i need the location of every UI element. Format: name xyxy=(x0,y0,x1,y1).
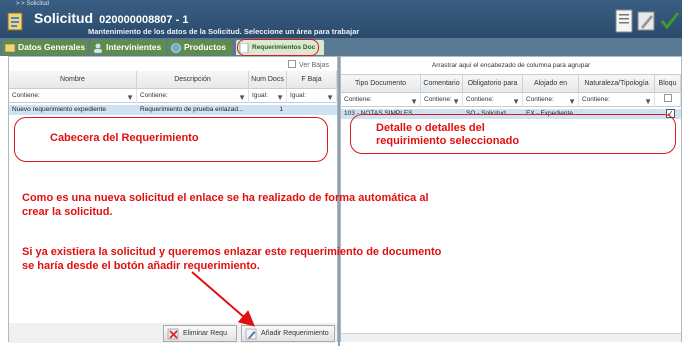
filter-operator: Contiene: xyxy=(344,96,372,103)
globe-icon xyxy=(171,43,181,53)
add-edit-icon xyxy=(245,328,257,340)
funnel-icon[interactable]: ▼ xyxy=(644,95,652,109)
cell-f-baja xyxy=(287,105,337,115)
annotation-cabecera: Cabecera del Requerimiento xyxy=(50,132,199,144)
checkbox-box[interactable] xyxy=(664,94,672,102)
breadcrumb: > > Solicitud xyxy=(16,1,50,7)
delete-icon xyxy=(167,328,179,340)
button-label: Eliminar Requ xyxy=(183,330,227,337)
button-label: Añadir Requerimiento xyxy=(261,330,329,337)
annotation-nota-1a: Como es una nueva solicitud el enlace se… xyxy=(22,192,429,204)
funnel-icon[interactable]: ▼ xyxy=(276,91,284,105)
horizontal-scrollbar[interactable] xyxy=(341,333,681,342)
filter-operator: Contiene: xyxy=(140,92,168,99)
column-descripcion[interactable]: Descripción xyxy=(137,71,249,89)
funnel-icon[interactable]: ▼ xyxy=(452,95,460,109)
left-grid-header: Nombre Descripción Num Docs F Baja xyxy=(9,71,337,89)
header-bar: > > Solicitud Solicitud 020000008807 - 1 … xyxy=(0,0,682,38)
filter-tipo-documento[interactable]: Contiene: ▼ xyxy=(341,93,421,107)
column-alojado-en[interactable]: Alojado en xyxy=(523,75,579,93)
tab-label: Productos xyxy=(184,42,227,52)
annotation-nota-2a: Si ya existiera la solicitud y queremos … xyxy=(22,246,442,258)
page-title-text: Solicitud xyxy=(34,10,94,26)
tab-label: Datos Generales xyxy=(18,42,86,52)
tab-productos[interactable]: Productos xyxy=(168,40,232,55)
right-grid-header: Tipo Documento Comentario Obligatorio pa… xyxy=(341,75,681,93)
column-bloqueado[interactable]: Bloqu xyxy=(655,75,681,93)
filter-operator: Contiene: xyxy=(582,96,610,103)
filter-naturaleza-tipologia[interactable]: Contiene: ▼ xyxy=(579,93,655,107)
filter-num-docs[interactable]: Igual: ▼ xyxy=(249,89,287,103)
column-f-baja[interactable]: F Baja xyxy=(287,71,337,89)
page-subtitle: Mantenimiento de los datos de la Solicit… xyxy=(88,27,360,36)
header-toolbar-icons xyxy=(615,9,680,33)
funnel-icon[interactable]: ▼ xyxy=(410,95,418,109)
left-filter-row: Contiene: ▼ Contiene: ▼ Igual: ▼ Igual: ▼ xyxy=(9,89,337,103)
filter-operator: Igual: xyxy=(290,92,306,99)
group-by-area[interactable]: Arrastrar aquí el encabezado de columna … xyxy=(341,57,681,75)
filter-operator: Contiene: xyxy=(466,96,494,103)
annotation-detalle-line-1: Detalle o detalles del xyxy=(376,122,485,134)
edit-icon[interactable] xyxy=(637,11,655,31)
filter-operator: Contiene: xyxy=(12,92,40,99)
tab-intervinientes[interactable]: Intervinientes xyxy=(90,40,166,55)
funnel-icon[interactable]: ▼ xyxy=(568,95,576,109)
filter-operator: Contiene: xyxy=(526,96,554,103)
annotation-detalle: Detalle o detalles del requirimiento sel… xyxy=(376,122,519,148)
column-naturaleza-tipologia[interactable]: Naturaleza/Tipología xyxy=(579,75,655,93)
annotation-nota-automatica: Como es una nueva solicitud el enlace se… xyxy=(22,191,429,219)
ver-bajas-label: Ver Bajas xyxy=(299,62,329,69)
folder-icon xyxy=(5,43,15,52)
column-num-docs[interactable]: Num Docs xyxy=(249,71,287,89)
right-filter-row: Contiene: ▼ Contiene: ▼ Contiene: ▼ Contien… xyxy=(341,93,681,107)
document-icon[interactable] xyxy=(615,9,633,33)
funnel-icon[interactable]: ▼ xyxy=(512,95,520,109)
filter-f-baja[interactable]: Igual: ▼ xyxy=(287,89,337,103)
solicitud-number: 020000008807 - 1 xyxy=(99,14,189,26)
annotation-nota-2b: se haría desde el botón añadir requerimi… xyxy=(22,260,260,272)
filter-bloqueado[interactable] xyxy=(655,93,681,107)
filter-obligatorio-para[interactable]: Contiene: ▼ xyxy=(463,93,523,107)
column-nombre[interactable]: Nombre xyxy=(9,71,137,89)
column-comentario[interactable]: Comentario xyxy=(421,75,463,93)
funnel-icon[interactable]: ▼ xyxy=(238,91,246,105)
funnel-icon[interactable]: ▼ xyxy=(126,91,134,105)
left-button-bar: Eliminar Requ Añadir Requerimiento xyxy=(9,323,337,343)
column-obligatorio-para[interactable]: Obligatorio para xyxy=(463,75,523,93)
checkbox-box[interactable] xyxy=(288,60,297,68)
filter-operator: Contiene: xyxy=(424,96,452,103)
annotation-nota-1b: crear la solicitud. xyxy=(22,206,113,218)
tab-label: Intervinientes xyxy=(106,42,162,52)
tab-bar: Datos Generales Intervinientes Productos… xyxy=(0,38,682,56)
clipboard-app-icon xyxy=(7,12,23,31)
ver-bajas-checkbox[interactable]: Ver Bajas xyxy=(288,60,329,69)
table-row[interactable]: Nuevo requerimiento expediente Requerimi… xyxy=(9,105,337,115)
tab-datos-generales[interactable]: Datos Generales xyxy=(2,40,88,55)
filter-operator: Igual: xyxy=(252,92,268,99)
annotation-nota-boton: Si ya existiera la solicitud y queremos … xyxy=(22,245,441,273)
filter-descripcion[interactable]: Contiene: ▼ xyxy=(137,89,249,103)
column-tipo-documento[interactable]: Tipo Documento xyxy=(341,75,421,93)
filter-alojado-en[interactable]: Contiene: ▼ xyxy=(523,93,579,107)
anadir-requerimiento-button[interactable]: Añadir Requerimiento xyxy=(241,325,335,342)
cell-num-docs: 1 xyxy=(279,106,283,113)
eliminar-requerimiento-button[interactable]: Eliminar Requ xyxy=(163,325,237,342)
cell-nombre: Nuevo requerimiento expediente xyxy=(12,106,106,113)
check-icon[interactable] xyxy=(660,12,680,30)
annotation-oval-tab xyxy=(237,39,319,56)
people-icon xyxy=(94,43,102,53)
cell-descripcion: Requerimiento de prueba enlazad... xyxy=(140,106,244,113)
annotation-detalle-line-2: requirimiento seleccionado xyxy=(376,135,520,147)
filter-comentario[interactable]: Contiene: ▼ xyxy=(421,93,463,107)
page-title: Solicitud 020000008807 - 1 xyxy=(34,10,188,26)
filter-nombre[interactable]: Contiene: ▼ xyxy=(9,89,137,103)
funnel-icon[interactable]: ▼ xyxy=(326,91,334,105)
